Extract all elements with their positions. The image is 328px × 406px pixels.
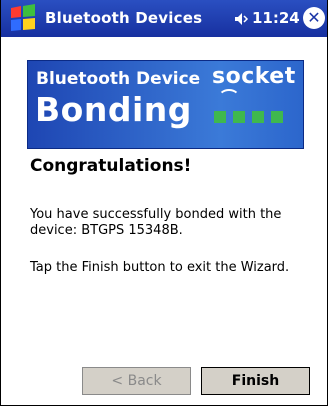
close-button[interactable]: ✕ [303, 7, 325, 29]
banner-title: Bonding [35, 90, 192, 129]
brand-arc-icon [218, 89, 240, 107]
speaker-icon[interactable] [234, 11, 250, 27]
success-message: You have successfully bonded with the de… [30, 207, 282, 238]
finish-button[interactable]: Finish [201, 367, 310, 395]
window-title: Bluetooth Devices [45, 9, 203, 27]
brand-dots-icon [214, 111, 294, 127]
page-heading: Congratulations! [30, 156, 192, 176]
brand-logo-text: socket [212, 64, 296, 89]
back-button[interactable]: < Back [82, 367, 191, 395]
banner-line1: Bluetooth Device [36, 69, 201, 89]
title-bar: Bluetooth Devices 11:24 ✕ [1, 0, 327, 37]
instruction-message: Tap the Finish button to exit the Wizard… [30, 260, 290, 275]
clock[interactable]: 11:24 [252, 9, 300, 27]
wizard-banner: Bluetooth Device Bonding socket [27, 60, 304, 149]
windows-flag-icon[interactable] [7, 4, 39, 34]
